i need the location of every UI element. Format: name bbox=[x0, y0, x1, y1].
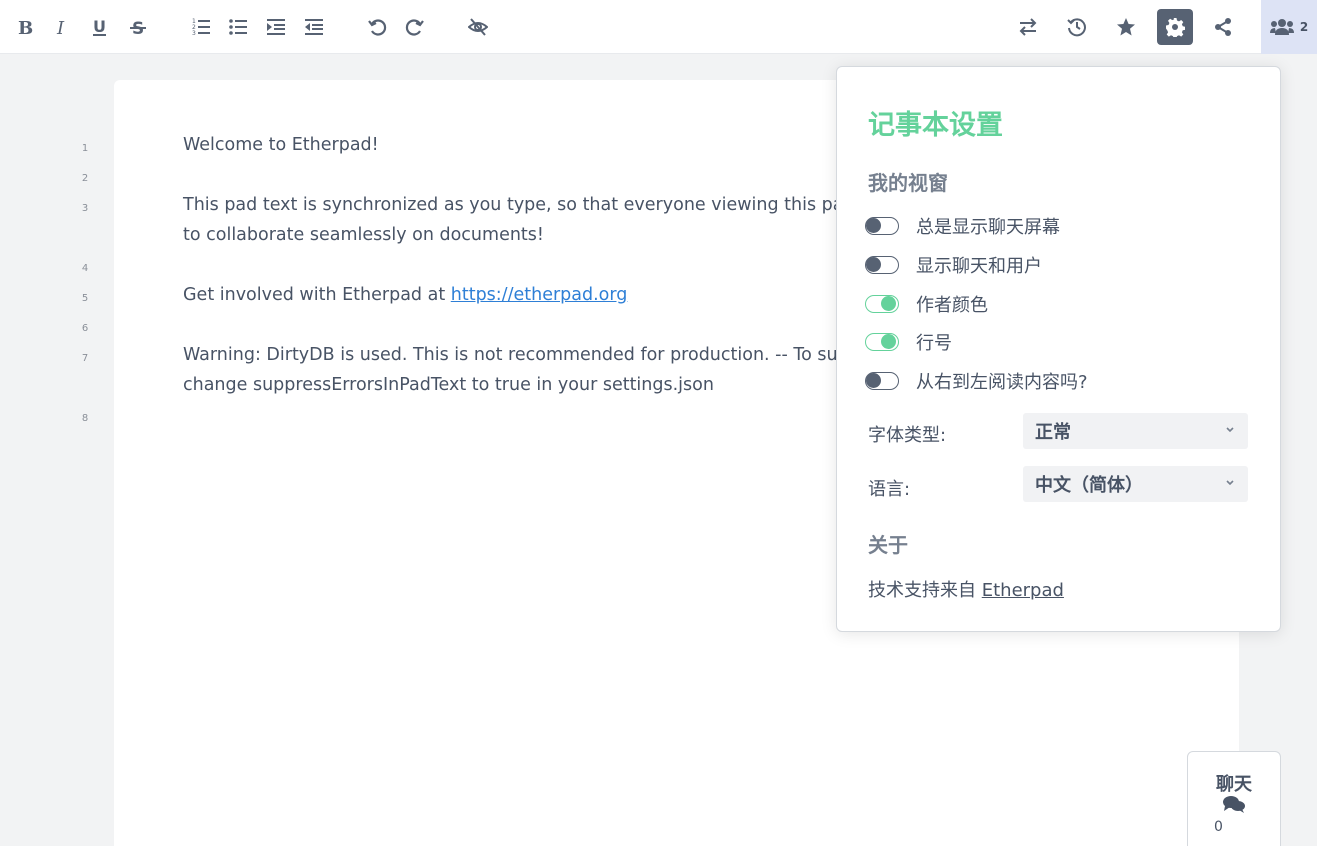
chevron-down-icon bbox=[1226, 480, 1234, 486]
unordered-list-icon bbox=[229, 19, 247, 35]
about-heading: 关于 bbox=[868, 533, 908, 557]
chat-button[interactable]: 聊天 0 bbox=[1187, 751, 1281, 846]
chevron-down-icon bbox=[1226, 427, 1234, 433]
redo-icon bbox=[405, 19, 424, 36]
language-select[interactable]: 中文（简体） bbox=[1023, 466, 1248, 502]
editor-line-3a[interactable]: This pad text is synchronized as you typ… bbox=[183, 190, 844, 220]
settings-popup: 记事本设置 我的视窗 总是显示聊天屏幕 显示聊天和用户 作者颜色 行号 从右到左… bbox=[836, 66, 1281, 632]
strikethrough-button[interactable]: S bbox=[120, 9, 156, 45]
bold-button[interactable]: B bbox=[7, 9, 43, 45]
italic-icon: I bbox=[56, 18, 65, 37]
editbar: B I U S 123 2 bbox=[0, 0, 1317, 54]
star-icon bbox=[1117, 18, 1135, 36]
editor-line-7b[interactable]: change suppressErrorsInPadText to true i… bbox=[183, 370, 714, 400]
users-button[interactable]: 2 bbox=[1261, 0, 1317, 54]
option-label: 总是显示聊天屏幕 bbox=[916, 217, 1060, 238]
clear-authorship-icon bbox=[468, 18, 488, 36]
svg-text:U: U bbox=[93, 17, 106, 36]
editor-line-1[interactable]: Welcome to Etherpad! bbox=[183, 130, 379, 160]
undo-button[interactable] bbox=[359, 9, 395, 45]
svg-text:B: B bbox=[18, 18, 33, 37]
option-author-colors[interactable]: 作者颜色 bbox=[865, 292, 988, 316]
gear-icon bbox=[1166, 18, 1185, 37]
unordered-list-button[interactable] bbox=[220, 9, 256, 45]
settings-title: 记事本设置 bbox=[868, 110, 1003, 141]
chat-label: 聊天 bbox=[1216, 774, 1252, 795]
line-number: 8 bbox=[81, 413, 89, 424]
share-button[interactable] bbox=[1205, 9, 1241, 45]
ordered-list-button[interactable]: 123 bbox=[183, 9, 219, 45]
option-label: 从右到左阅读内容吗? bbox=[916, 372, 1088, 393]
timeslider-icon bbox=[1067, 18, 1086, 37]
line-number: 2 bbox=[81, 173, 89, 184]
users-icon bbox=[1269, 19, 1294, 35]
line-number: 4 bbox=[81, 263, 89, 274]
svg-text:I: I bbox=[56, 18, 65, 37]
line-5-text: Get involved with Etherpad at bbox=[183, 285, 451, 305]
toggle-switch[interactable] bbox=[865, 217, 899, 235]
editor-line-5[interactable]: Get involved with Etherpad at https://et… bbox=[183, 280, 627, 310]
font-type-value: 正常 bbox=[1035, 422, 1071, 443]
italic-button[interactable]: I bbox=[44, 9, 80, 45]
clear-authorship-button[interactable] bbox=[460, 9, 496, 45]
outdent-icon bbox=[305, 19, 323, 35]
option-sticky-chat[interactable]: 总是显示聊天屏幕 bbox=[865, 214, 1060, 238]
svg-text:3: 3 bbox=[192, 30, 196, 37]
strikethrough-icon: S bbox=[130, 19, 146, 37]
import-export-button[interactable] bbox=[1010, 9, 1046, 45]
line-number: 5 bbox=[81, 293, 89, 304]
bold-icon: B bbox=[18, 18, 33, 37]
option-chat-and-users[interactable]: 显示聊天和用户 bbox=[865, 253, 1042, 277]
ordered-list-icon: 123 bbox=[192, 18, 210, 37]
font-type-select[interactable]: 正常 bbox=[1023, 413, 1248, 449]
redo-button[interactable] bbox=[397, 9, 433, 45]
indent-icon bbox=[267, 19, 285, 35]
option-line-numbers[interactable]: 行号 bbox=[865, 330, 952, 354]
etherpad-link[interactable]: https://etherpad.org bbox=[451, 285, 628, 305]
about-text: 技术支持来自 Etherpad bbox=[868, 576, 1064, 602]
undo-icon bbox=[368, 19, 387, 36]
chat-count: 0 bbox=[1214, 819, 1223, 835]
underline-button[interactable]: U bbox=[82, 9, 118, 45]
underline-icon: U bbox=[93, 17, 106, 36]
line-number: 6 bbox=[81, 323, 89, 334]
saved-revision-button[interactable] bbox=[1108, 9, 1144, 45]
language-value: 中文（简体） bbox=[1035, 475, 1143, 496]
editor-line-7a[interactable]: Warning: DirtyDB is used. This is not re… bbox=[183, 340, 849, 370]
editor-line-3b[interactable]: to collaborate seamlessly on documents! bbox=[183, 220, 544, 250]
timeslider-button[interactable] bbox=[1059, 9, 1095, 45]
etherpad-about-link[interactable]: Etherpad bbox=[982, 580, 1064, 601]
outdent-button[interactable] bbox=[296, 9, 332, 45]
users-count: 2 bbox=[1299, 20, 1309, 34]
font-type-label: 字体类型: bbox=[868, 425, 947, 446]
my-view-heading: 我的视窗 bbox=[868, 171, 948, 195]
option-label: 作者颜色 bbox=[916, 295, 988, 316]
line-number: 7 bbox=[81, 353, 89, 364]
toggle-switch[interactable] bbox=[865, 333, 899, 351]
comments-icon bbox=[1223, 796, 1245, 813]
option-rtl[interactable]: 从右到左阅读内容吗? bbox=[865, 369, 1088, 393]
toggle-switch[interactable] bbox=[865, 372, 899, 390]
toggle-switch[interactable] bbox=[865, 295, 899, 313]
line-number: 3 bbox=[81, 203, 89, 214]
toggle-switch[interactable] bbox=[865, 256, 899, 274]
settings-button[interactable] bbox=[1157, 9, 1193, 45]
indent-button[interactable] bbox=[258, 9, 294, 45]
language-label: 语言: bbox=[868, 479, 911, 500]
share-icon bbox=[1215, 18, 1231, 36]
line-number: 1 bbox=[81, 143, 89, 154]
import-export-icon bbox=[1019, 18, 1037, 36]
option-label: 显示聊天和用户 bbox=[916, 256, 1042, 277]
powered-by-text: 技术支持来自 bbox=[868, 580, 982, 601]
option-label: 行号 bbox=[916, 333, 952, 354]
